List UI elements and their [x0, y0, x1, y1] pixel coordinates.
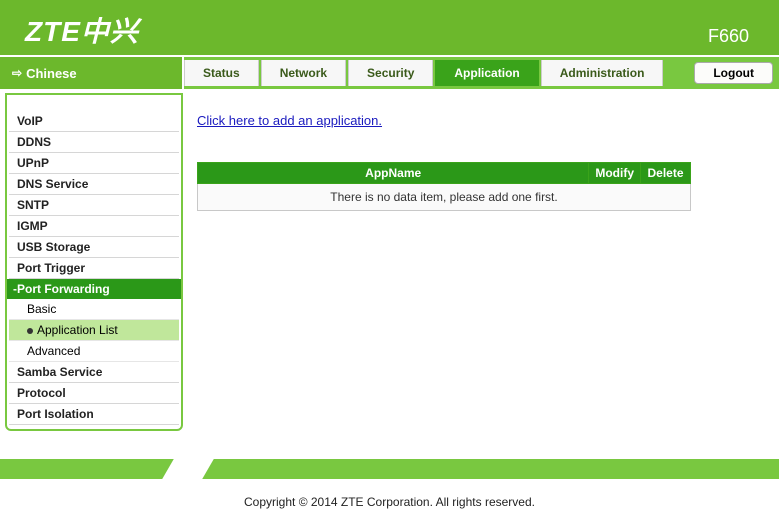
header: ZTE中兴 F660: [0, 0, 779, 57]
add-application-link[interactable]: Click here to add an application.: [197, 113, 382, 128]
sidebar-item-port-trigger[interactable]: Port Trigger: [9, 258, 179, 279]
tab-security[interactable]: Security: [348, 60, 433, 86]
arrow-right-icon: ⇨: [12, 66, 22, 80]
sidebar-sub-advanced[interactable]: Advanced: [9, 341, 179, 362]
tab-application[interactable]: Application: [435, 60, 538, 86]
sidebar: VoIP DDNS UPnP DNS Service SNTP IGMP USB…: [5, 93, 183, 431]
sidebar-item-sntp[interactable]: SNTP: [9, 195, 179, 216]
application-table: AppName Modify Delete There is no data i…: [197, 162, 691, 211]
table-row-empty: There is no data item, please add one fi…: [198, 184, 691, 211]
sidebar-item-upnp[interactable]: UPnP: [9, 153, 179, 174]
col-appname: AppName: [198, 163, 589, 184]
col-delete: Delete: [641, 163, 691, 184]
sidebar-item-usb-storage[interactable]: USB Storage: [9, 237, 179, 258]
col-modify: Modify: [589, 163, 641, 184]
logout-wrap: Logout: [694, 57, 773, 89]
logout-button[interactable]: Logout: [694, 62, 773, 84]
sidebar-item-port-isolation[interactable]: Port Isolation: [9, 404, 179, 425]
body: VoIP DDNS UPnP DNS Service SNTP IGMP USB…: [0, 89, 779, 431]
copyright-text: Copyright © 2014 ZTE Corporation. All ri…: [0, 495, 779, 509]
device-model: F660: [708, 26, 749, 47]
sidebar-item-port-forwarding[interactable]: -Port Forwarding: [7, 279, 181, 299]
footer-band: [0, 459, 779, 479]
brand-logo: ZTE中兴: [25, 10, 139, 50]
language-label: Chinese: [26, 66, 77, 81]
sidebar-item-samba[interactable]: Samba Service: [9, 362, 179, 383]
empty-message: There is no data item, please add one fi…: [198, 184, 691, 211]
sidebar-item-voip[interactable]: VoIP: [9, 111, 179, 132]
topbar: ⇨ Chinese Status Network Security Applic…: [0, 57, 779, 89]
tab-administration[interactable]: Administration: [541, 60, 664, 86]
sidebar-item-protocol[interactable]: Protocol: [9, 383, 179, 404]
tab-status[interactable]: Status: [184, 60, 259, 86]
tab-network[interactable]: Network: [261, 60, 346, 86]
language-switch[interactable]: ⇨ Chinese: [0, 57, 184, 89]
table-header-row: AppName Modify Delete: [198, 163, 691, 184]
sidebar-sub-basic[interactable]: Basic: [9, 299, 179, 320]
sidebar-item-dns-service[interactable]: DNS Service: [9, 174, 179, 195]
sidebar-item-ddns[interactable]: DDNS: [9, 132, 179, 153]
bullet-icon: [27, 328, 33, 334]
sidebar-sub-application-list[interactable]: Application List: [9, 320, 179, 341]
content-area: Click here to add an application. AppNam…: [183, 93, 779, 431]
sidebar-sub-label: Application List: [37, 323, 118, 337]
sidebar-item-igmp[interactable]: IGMP: [9, 216, 179, 237]
main-tabs: Status Network Security Application Admi…: [184, 57, 779, 89]
